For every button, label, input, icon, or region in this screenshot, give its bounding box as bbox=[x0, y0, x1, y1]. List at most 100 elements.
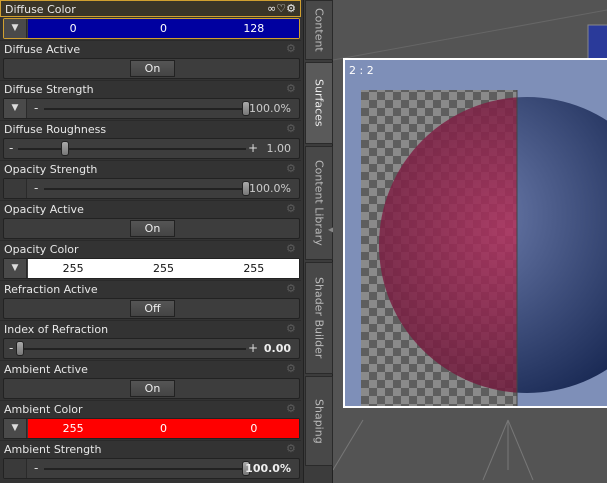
prop-diffuse-active: Diffuse Active ⚙ On bbox=[0, 40, 303, 80]
prop-ambient-strength: Ambient Strength ⚙ - 100.0% bbox=[0, 440, 303, 480]
prop-opacity-active: Opacity Active ⚙ On bbox=[0, 200, 303, 240]
slider-track[interactable] bbox=[44, 188, 248, 190]
color-b[interactable]: 0 bbox=[209, 419, 299, 438]
color-r[interactable]: 0 bbox=[28, 19, 118, 38]
prop-label: Diffuse Strength bbox=[4, 83, 94, 96]
prop-header: Index of Refraction ⚙ bbox=[0, 320, 301, 337]
gear-icon[interactable]: ⚙ bbox=[286, 443, 297, 454]
link-icon[interactable]: ∞ bbox=[267, 2, 276, 15]
slider-track[interactable] bbox=[44, 108, 248, 110]
tab-content[interactable]: Content bbox=[305, 0, 333, 60]
opacity-active-toggle[interactable]: On bbox=[130, 220, 175, 237]
gear-icon[interactable]: ⚙ bbox=[286, 43, 297, 54]
minus-icon[interactable]: - bbox=[9, 141, 13, 155]
gear-icon[interactable]: ⚙ bbox=[286, 83, 297, 94]
gear-icon[interactable]: ⚙ bbox=[286, 403, 297, 414]
prop-label: Opacity Active bbox=[4, 203, 84, 216]
tab-shaping[interactable]: Shaping bbox=[305, 376, 333, 466]
minus-icon[interactable]: - bbox=[34, 101, 38, 115]
slider-track[interactable] bbox=[44, 468, 248, 470]
slider-value[interactable]: 100.0% bbox=[245, 462, 291, 475]
prop-label: Index of Refraction bbox=[4, 323, 109, 336]
prop-body: On bbox=[3, 378, 300, 399]
opacity-color-swatch[interactable]: 255 255 255 bbox=[28, 259, 299, 278]
prop-opacity-color: Opacity Color ⚙ ▼ 255 255 255 bbox=[0, 240, 303, 280]
minus-icon[interactable]: - bbox=[9, 341, 13, 355]
dropdown-arrow-icon[interactable]: ▼ bbox=[4, 419, 27, 438]
prop-body: ▼ 0 0 128 bbox=[3, 18, 300, 39]
color-g[interactable]: 255 bbox=[118, 259, 208, 278]
tab-surfaces[interactable]: Surfaces bbox=[305, 62, 333, 144]
prop-ambient-active: Ambient Active ⚙ On bbox=[0, 360, 303, 400]
prop-header: Opacity Strength ⚙ bbox=[0, 160, 301, 177]
prop-body: - + 1.00 bbox=[3, 138, 300, 159]
prop-label: Opacity Color bbox=[4, 243, 79, 256]
prop-opacity-strength: Opacity Strength ⚙ - 100.0% bbox=[0, 160, 303, 200]
slider-value[interactable]: 100.0% bbox=[249, 182, 291, 195]
plus-icon[interactable]: + bbox=[248, 341, 258, 355]
slider-value[interactable]: 1.00 bbox=[267, 142, 292, 155]
gear-icon[interactable]: ⚙ bbox=[286, 323, 297, 334]
prop-header: Ambient Color ⚙ bbox=[0, 400, 301, 417]
tab-content-library[interactable]: Content Library bbox=[305, 146, 333, 260]
prop-label: Diffuse Color bbox=[5, 3, 76, 16]
slider-knob[interactable] bbox=[61, 141, 69, 156]
prop-body: ▼ - 100.0% bbox=[3, 98, 300, 119]
map-slot-icon[interactable] bbox=[4, 179, 27, 198]
prop-body: - 100.0% bbox=[3, 458, 300, 479]
viewport[interactable]: 2 : 2 bbox=[333, 0, 607, 483]
tab-label: Content bbox=[312, 8, 326, 52]
color-g[interactable]: 0 bbox=[118, 419, 208, 438]
prop-label: Ambient Strength bbox=[4, 443, 102, 456]
map-slot-icon[interactable] bbox=[4, 459, 27, 478]
prop-header: Diffuse Active ⚙ bbox=[0, 40, 301, 57]
ambient-color-swatch[interactable]: 255 0 0 bbox=[28, 419, 299, 438]
refraction-active-toggle[interactable]: Off bbox=[130, 300, 175, 317]
slider-track[interactable] bbox=[18, 348, 246, 350]
gear-icon[interactable]: ⚙ bbox=[286, 243, 297, 254]
prop-body: - 100.0% bbox=[3, 178, 300, 199]
gear-icon[interactable]: ⚙ bbox=[286, 163, 297, 174]
color-r[interactable]: 255 bbox=[28, 419, 118, 438]
gear-icon[interactable]: ⚙ bbox=[286, 203, 297, 214]
prop-header: Ambient Active ⚙ bbox=[0, 360, 301, 377]
prop-diffuse-strength: Diffuse Strength ⚙ ▼ - 100.0% bbox=[0, 80, 303, 120]
prop-header: Opacity Active ⚙ bbox=[0, 200, 301, 217]
color-b[interactable]: 255 bbox=[209, 259, 299, 278]
slider-track[interactable] bbox=[18, 148, 246, 150]
tab-label: Shaping bbox=[312, 398, 326, 444]
slider-knob[interactable] bbox=[16, 341, 24, 356]
vertical-tab-bar: Content Surfaces Content Library Shader … bbox=[303, 0, 334, 483]
plus-icon[interactable]: + bbox=[248, 141, 258, 155]
slider-value[interactable]: 0.00 bbox=[264, 342, 291, 355]
minus-icon[interactable]: - bbox=[34, 461, 38, 475]
minus-icon[interactable]: - bbox=[34, 181, 38, 195]
prop-body: ▼ 255 255 255 bbox=[3, 258, 300, 279]
dropdown-arrow-icon[interactable]: ▼ bbox=[4, 19, 27, 38]
tab-shader-builder[interactable]: Shader Builder bbox=[305, 262, 333, 374]
link-heart-gear-icons[interactable]: ∞♡⚙ bbox=[267, 2, 296, 15]
gear-icon[interactable]: ⚙ bbox=[286, 283, 297, 294]
heart-icon[interactable]: ♡ bbox=[276, 2, 286, 15]
tab-label: Shader Builder bbox=[312, 277, 326, 359]
prop-refraction-active: Refraction Active ⚙ Off bbox=[0, 280, 303, 320]
prop-label: Diffuse Roughness bbox=[4, 123, 107, 136]
gear-icon[interactable]: ⚙ bbox=[286, 123, 297, 134]
slider-value[interactable]: 100.0% bbox=[249, 102, 291, 115]
prop-diffuse-color: Diffuse Color ∞♡⚙ ▼ 0 0 128 bbox=[0, 0, 303, 40]
dropdown-arrow-icon[interactable]: ▼ bbox=[4, 259, 27, 278]
diffuse-active-toggle[interactable]: On bbox=[130, 60, 175, 77]
render-frame[interactable]: 2 : 2 bbox=[343, 58, 607, 408]
render-image bbox=[361, 90, 607, 406]
prop-body: Off bbox=[3, 298, 300, 319]
prop-index-of-refraction: Index of Refraction ⚙ - + 0.00 bbox=[0, 320, 303, 360]
gear-icon[interactable]: ⚙ bbox=[286, 363, 297, 374]
prop-header: Diffuse Color ∞♡⚙ bbox=[0, 0, 301, 17]
color-b[interactable]: 128 bbox=[209, 19, 299, 38]
diffuse-color-swatch[interactable]: 0 0 128 bbox=[28, 19, 299, 38]
color-g[interactable]: 0 bbox=[118, 19, 208, 38]
dropdown-arrow-icon[interactable]: ▼ bbox=[4, 99, 27, 118]
ambient-active-toggle[interactable]: On bbox=[130, 380, 175, 397]
color-r[interactable]: 255 bbox=[28, 259, 118, 278]
gear-icon[interactable]: ⚙ bbox=[286, 2, 296, 15]
